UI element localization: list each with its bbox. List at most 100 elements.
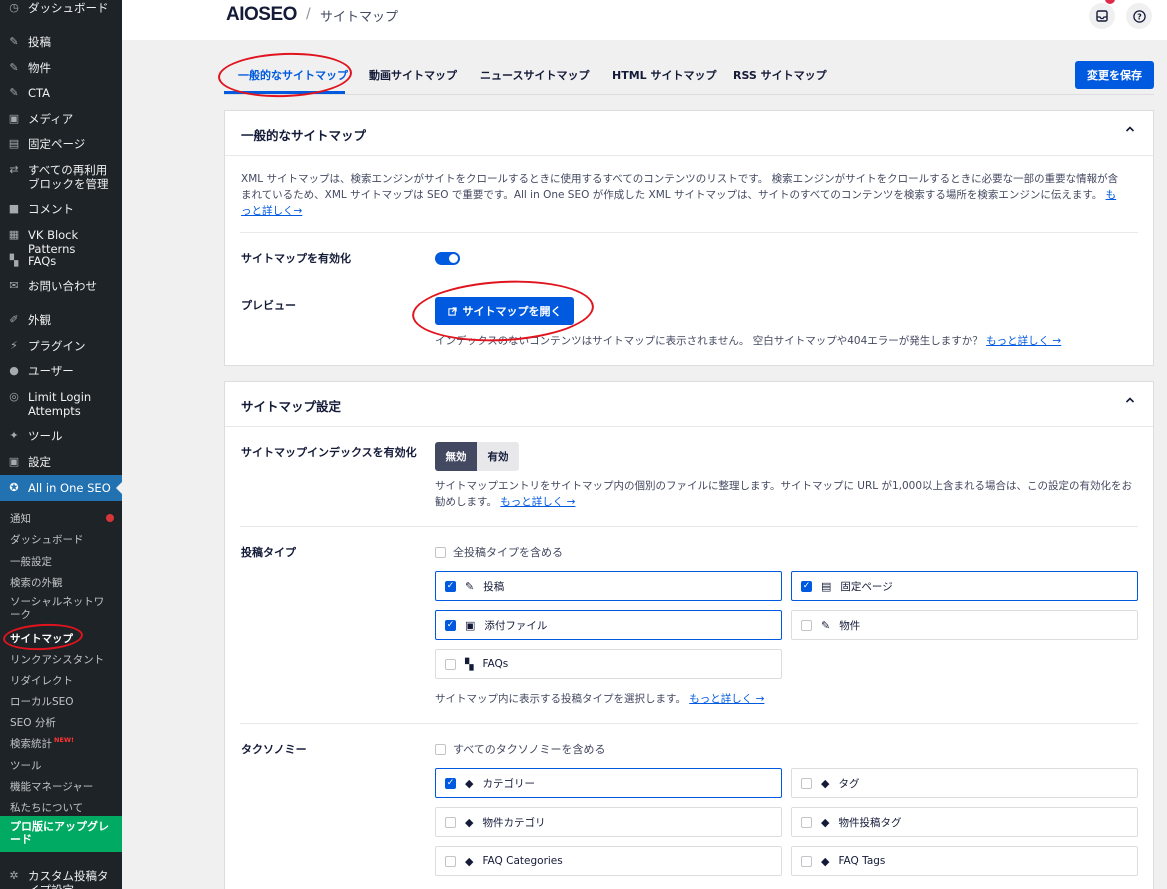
taxonomy-option[interactable]: ◆ 物件投稿タグ — [791, 807, 1138, 837]
pin-icon: ✎ — [9, 35, 19, 48]
taxonomy-checkbox[interactable] — [801, 816, 812, 828]
sidebar-item[interactable]: ▣ 設定 — [0, 455, 122, 469]
sidebar-item[interactable]: ✐ 外観 — [0, 313, 122, 327]
learn-more-link[interactable]: もっと詳しく → — [986, 335, 1061, 347]
tab-news-sitemap[interactable]: ニュースサイトマップ — [480, 67, 589, 83]
post-types-label: 投稿タイプ — [241, 546, 296, 559]
enable-sitemap-label: サイトマップを有効化 — [241, 252, 351, 265]
sidebar-item[interactable]: ⚡ プラグイン — [0, 339, 122, 353]
taxonomy-checkbox[interactable] — [445, 855, 456, 867]
taxonomy-checkbox[interactable] — [445, 816, 456, 828]
post-type-label: FAQs — [482, 658, 509, 670]
tag-icon: ◆ — [465, 854, 474, 868]
tab-rss-sitemap[interactable]: RSS サイトマップ — [733, 67, 827, 83]
svg-text:?: ? — [1137, 12, 1142, 21]
sidebar-item[interactable]: ✎ 物件 — [0, 61, 122, 75]
sidebar-item-all-in-one-seo[interactable]: ✪ All in One SEO — [0, 475, 122, 501]
post-type-checkbox[interactable] — [445, 658, 456, 670]
submenu-item[interactable]: 私たちについて — [10, 800, 83, 815]
sidebar-item[interactable]: ◎ Limit Login Attempts — [0, 390, 122, 418]
help-button[interactable]: ? — [1126, 3, 1152, 29]
tab-video-sitemap[interactable]: 動画サイトマップ — [369, 67, 457, 83]
post-type-option[interactable]: ✎ 物件 — [791, 610, 1138, 640]
collapse-chevron-icon[interactable] — [1125, 394, 1135, 409]
notifications-inbox-icon[interactable] — [1089, 3, 1115, 29]
card-title: サイトマップ設定 — [241, 399, 342, 414]
taxonomy-option[interactable]: ◆ タグ — [791, 768, 1138, 798]
save-changes-button[interactable]: 変更を保存 — [1075, 61, 1154, 89]
pin-icon: ✎ — [821, 618, 831, 632]
sitemap-description: XML サイトマップは、検索エンジンがサイトをクロールするときに使用するすべての… — [241, 171, 1126, 219]
post-types-description: サイトマップ内に表示する投稿タイプを選択します。 もっと詳しく → — [435, 691, 764, 707]
taxonomy-checkbox[interactable]: ✓ — [445, 777, 456, 789]
submenu-item[interactable]: リダイレクト — [10, 673, 73, 688]
sidebar-item[interactable]: ◷ ダッシュボード — [0, 1, 122, 15]
post-type-option[interactable]: ✓ ▤ 固定ページ — [791, 571, 1138, 601]
index-disabled-option[interactable]: 無効 — [435, 442, 477, 471]
divider — [240, 723, 1138, 724]
index-enabled-option[interactable]: 有効 — [477, 442, 519, 471]
taxonomy-option[interactable]: ◆ FAQ Tags — [791, 846, 1138, 876]
sidebar-item-custom-post-type[interactable]: ✲ カスタム投稿タイプ設定 — [0, 869, 122, 889]
media-icon: ▣ — [8, 112, 20, 125]
taxonomy-checkbox[interactable] — [801, 777, 812, 789]
divider — [240, 526, 1138, 527]
submenu-item[interactable]: 一般設定 — [10, 554, 52, 569]
tag-icon: ◆ — [465, 776, 474, 790]
tab-html-sitemap[interactable]: HTML サイトマップ — [612, 67, 717, 83]
sitemap-index-label: サイトマップインデックスを有効化 — [241, 446, 417, 459]
taxonomy-option[interactable]: ✓ ◆ カテゴリー — [435, 768, 782, 798]
sidebar-item[interactable]: ✎ CTA — [0, 86, 122, 100]
sidebar-item[interactable]: ✎ 投稿 — [0, 35, 122, 49]
sitemap-tabs: 一般的なサイトマップ 動画サイトマップ ニュースサイトマップ HTML サイトマ… — [224, 58, 1154, 95]
include-all-post-types[interactable]: 全投稿タイプを含める — [435, 544, 563, 560]
aioseo-logo[interactable]: AIOSEO — [226, 4, 297, 26]
sidebar-item[interactable]: ⇄ すべての再利用ブロックを管理 — [0, 163, 122, 191]
post-type-checkbox[interactable]: ✓ — [445, 580, 456, 592]
include-all-post-types-checkbox[interactable] — [435, 546, 446, 558]
enable-sitemap-toggle[interactable] — [435, 252, 460, 265]
sidebar-item[interactable]: ■ コメント — [0, 202, 122, 216]
sidebar-item[interactable]: ✦ ツール — [0, 429, 122, 443]
submenu-item[interactable]: ソーシャルネットワーク — [10, 596, 114, 622]
notification-dot — [106, 514, 114, 522]
sidebar-item[interactable]: ▣ メディア — [0, 112, 122, 126]
submenu-item[interactable]: ダッシュボード — [10, 532, 84, 547]
divider — [225, 426, 1153, 427]
submenu-item[interactable]: 検索統計 NEW! — [10, 736, 74, 751]
upgrade-to-pro-link[interactable]: プロ版にアップグレード — [0, 816, 122, 852]
collapse-chevron-icon[interactable] — [1125, 123, 1135, 138]
taxonomy-option[interactable]: ◆ 物件カテゴリ — [435, 807, 782, 837]
learn-more-link[interactable]: もっと詳しく → — [500, 496, 575, 508]
include-all-taxonomies[interactable]: すべてのタクソノミーを含める — [435, 741, 605, 757]
post-type-checkbox[interactable]: ✓ — [445, 619, 456, 631]
sitemap-settings-card: サイトマップ設定 サイトマップインデックスを有効化 無効 有効 サイトマップエン… — [224, 381, 1154, 889]
learn-more-link[interactable]: もっと詳しく → — [689, 693, 764, 705]
post-type-option[interactable]: ✓ ▣ 添付ファイル — [435, 610, 782, 640]
sidebar-item[interactable]: ✉ お問い合わせ — [0, 279, 122, 293]
submenu-item[interactable]: SEO 分析 — [10, 715, 56, 730]
submenu-item-label: 検索統計 — [10, 738, 52, 750]
submenu-item[interactable]: 機能マネージャー — [10, 779, 93, 794]
help-icon: ? — [1132, 9, 1146, 23]
post-type-option[interactable]: ✓ ✎ 投稿 — [435, 571, 782, 601]
sidebar-item-label: カスタム投稿タイプ設定 — [28, 869, 109, 889]
submenu-item[interactable]: 通知 — [10, 511, 31, 526]
sidebar-item[interactable]: ▚ FAQs — [0, 254, 122, 268]
taxonomy-checkbox[interactable] — [801, 855, 812, 867]
post-type-checkbox[interactable] — [801, 619, 812, 631]
sitemap-index-switch: 無効 有効 — [435, 442, 519, 471]
sidebar-item[interactable]: ▤ 固定ページ — [0, 137, 122, 151]
sidebar-item[interactable]: ● ユーザー — [0, 364, 122, 378]
sidebar-item[interactable]: ▦ VK Block Patterns — [0, 228, 122, 256]
taxonomy-option[interactable]: ◆ FAQ Categories — [435, 846, 782, 876]
faq-icon: ▚ — [465, 657, 474, 671]
pin-icon: ✎ — [9, 61, 19, 74]
submenu-item[interactable]: ツール — [10, 758, 42, 773]
post-type-checkbox[interactable]: ✓ — [801, 580, 812, 592]
include-all-taxonomies-checkbox[interactable] — [435, 743, 446, 755]
submenu-item[interactable]: リンクアシスタント — [10, 652, 104, 667]
submenu-item[interactable]: ローカルSEO — [10, 694, 74, 709]
submenu-item[interactable]: 検索の外観 — [10, 575, 63, 590]
post-type-option[interactable]: ▚ FAQs — [435, 649, 782, 679]
